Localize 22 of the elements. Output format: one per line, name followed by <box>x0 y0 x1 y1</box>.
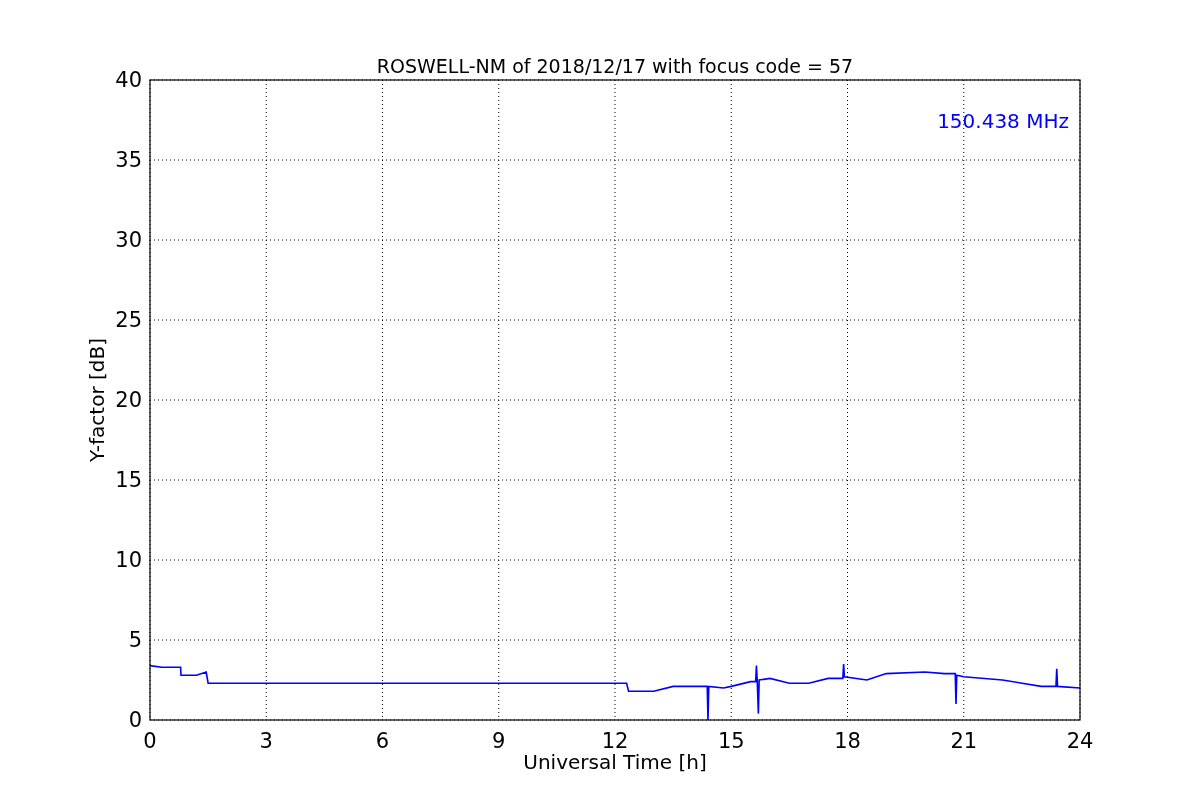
y-tick-label: 0 <box>128 708 142 732</box>
x-tick-label: 24 <box>1066 729 1094 753</box>
y-tick-label: 10 <box>115 548 142 572</box>
frequency-annotation: 150.438 MHz <box>937 109 1069 133</box>
y-tick-label: 5 <box>128 628 142 652</box>
y-tick-label: 20 <box>115 388 142 412</box>
x-tick-label: 12 <box>601 729 629 753</box>
x-tick-label: 9 <box>492 729 506 753</box>
y-tick-label: 15 <box>115 468 142 492</box>
x-tick-label: 3 <box>259 729 273 753</box>
x-tick-label: 6 <box>375 729 390 753</box>
x-tick-label: 0 <box>143 729 157 753</box>
x-tick-label: 15 <box>717 729 745 753</box>
x-tick-label: 18 <box>834 729 861 753</box>
y-tick-label: 30 <box>115 228 142 252</box>
y-tick-label: 40 <box>115 68 142 92</box>
y-tick-label: 25 <box>115 308 142 332</box>
y-axis-label: Y-factor [dB] <box>85 338 109 462</box>
chart-title: ROSWELL-NM of 2018/12/17 with focus code = 57 <box>376 55 854 77</box>
x-tick-label: 21 <box>950 729 978 753</box>
x-axis-label: Universal Time [h] <box>523 750 707 774</box>
y-tick-label: 35 <box>115 148 142 172</box>
